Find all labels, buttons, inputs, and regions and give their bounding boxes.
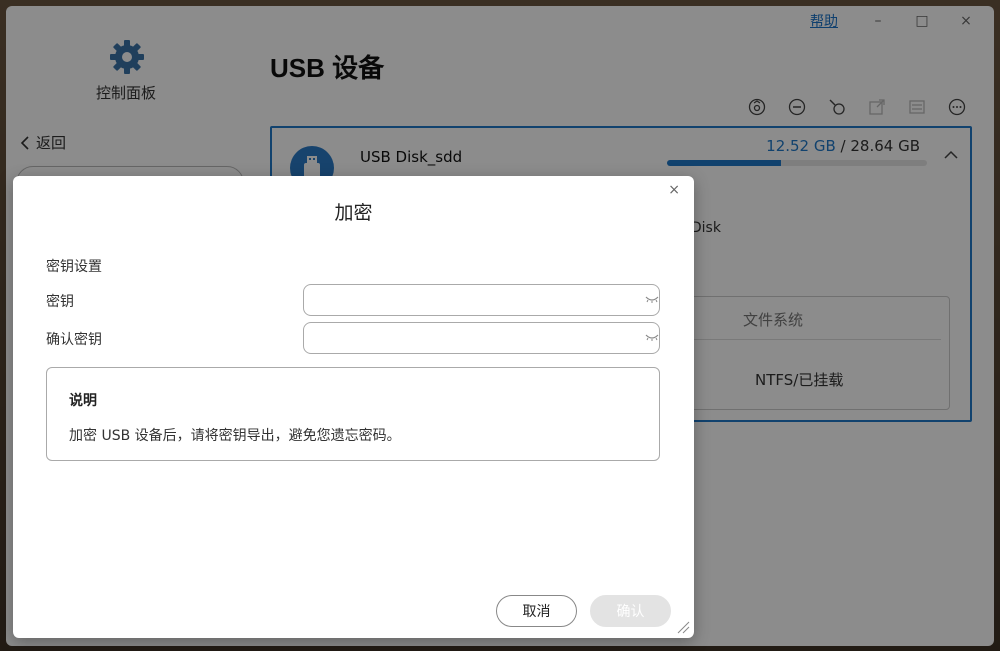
confirm-key-field-row (13, 322, 694, 354)
cancel-button[interactable]: 取消 (496, 595, 577, 627)
note-text: 加密 USB 设备后，请将密钥导出，避免您遗忘密码。 (69, 428, 401, 444)
confirm-key-input[interactable] (303, 322, 660, 354)
resize-grip-icon[interactable] (676, 620, 690, 634)
note-box: 说明 加密 USB 设备后，请将密钥导出，避免您遗忘密码。 (46, 367, 660, 461)
dialog-title: 加密 (334, 202, 373, 224)
confirm-button[interactable]: 确认 (590, 595, 671, 627)
key-input[interactable] (303, 284, 660, 316)
encrypt-dialog: × 加密 密钥设置 密钥 确认密钥 说明 加密 USB 设备后，请将密钥导出，避… (13, 176, 694, 638)
eye-closed-icon[interactable] (645, 293, 659, 305)
key-field-row (13, 284, 694, 316)
note-title: 说明 (69, 393, 97, 409)
close-icon[interactable]: × (668, 182, 680, 198)
eye-closed-icon[interactable] (645, 331, 659, 343)
key-settings-label: 密钥设置 (46, 259, 102, 275)
